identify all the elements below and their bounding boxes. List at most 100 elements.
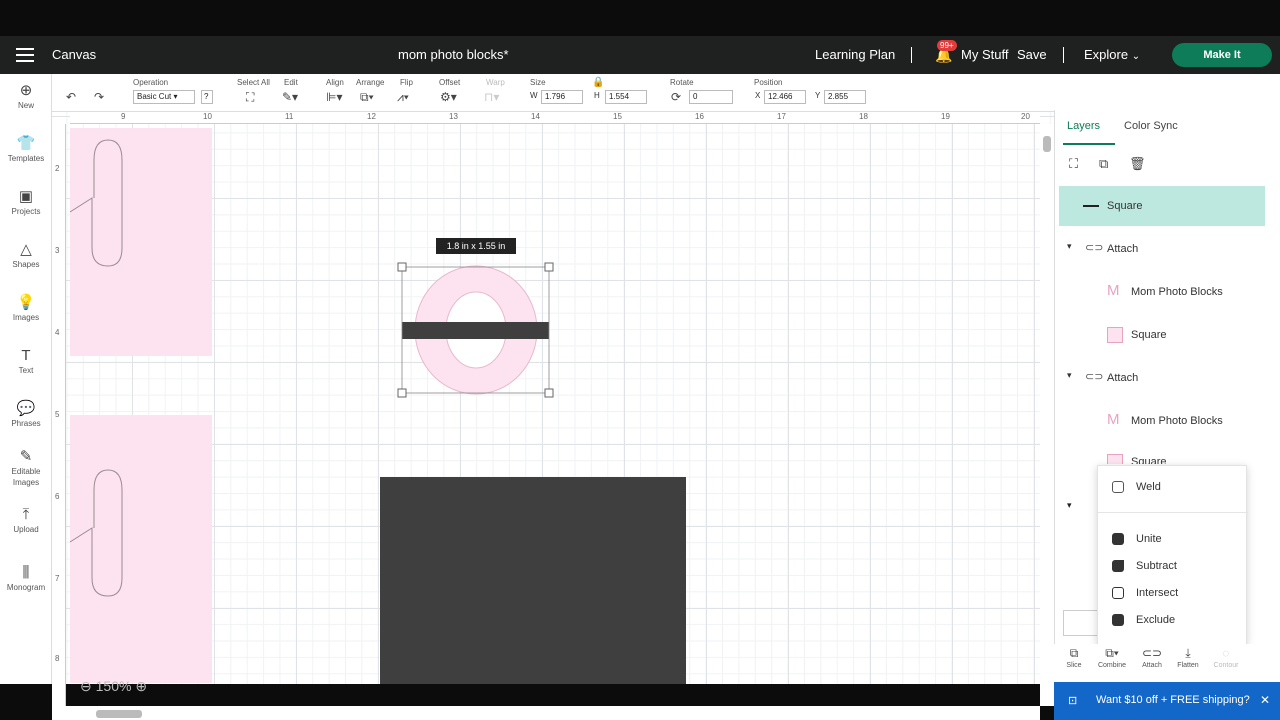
ruler-tick: 5 xyxy=(55,410,60,419)
resize-handle[interactable] xyxy=(397,388,407,398)
duplicate-icon[interactable]: ⧉ xyxy=(1099,156,1108,172)
zoom-out-icon[interactable]: ⊖ xyxy=(80,678,92,694)
combine-icon: ⧉▾ xyxy=(1105,646,1119,660)
layer-group[interactable]: ▾ ⊂⊃ Attach xyxy=(1059,229,1265,269)
close-icon[interactable]: ✕ xyxy=(1260,693,1270,707)
resize-handle[interactable] xyxy=(397,262,407,272)
redo-icon[interactable]: ↷ xyxy=(94,90,104,104)
blank-canvas-swatch[interactable] xyxy=(1063,610,1101,636)
trash-icon[interactable]: 🗑 xyxy=(1129,156,1146,172)
sidebar-item-label: Templates xyxy=(7,154,45,163)
ruler-tick: 11 xyxy=(285,112,294,121)
tab-layers[interactable]: Layers xyxy=(1067,120,1100,132)
sidebar-item-templates[interactable]: 👕 Templates xyxy=(0,135,52,164)
scroll-thumb[interactable] xyxy=(96,710,142,718)
layer-item[interactable]: Square xyxy=(1059,444,1265,464)
pink-square-shape[interactable] xyxy=(70,415,212,683)
sidebar-item-monogram[interactable]: ⫼ Monogram xyxy=(0,564,52,593)
ruler-tick: 14 xyxy=(531,112,540,121)
line-icon xyxy=(1083,205,1099,207)
select-all-icon[interactable]: ⛶ xyxy=(246,90,254,105)
make-it-button[interactable]: Make It xyxy=(1172,43,1272,67)
resize-handle[interactable] xyxy=(544,262,554,272)
menu-item-exclude[interactable]: Exclude xyxy=(1098,609,1248,633)
chevron-down-icon[interactable]: ▾ xyxy=(1067,370,1072,381)
flip-icon[interactable]: ⩘▾ xyxy=(397,90,409,105)
slice-button[interactable]: ⧉ Slice xyxy=(1054,646,1094,669)
layer-item[interactable]: M Mom Photo Blocks xyxy=(1059,272,1265,312)
sidebar-item-editable-images[interactable]: ✎ Editable Images xyxy=(0,448,52,488)
flatten-button[interactable]: ⤓ Flatten xyxy=(1168,646,1208,669)
zoom-in-icon[interactable]: ⊕ xyxy=(135,678,147,694)
rotate-icon[interactable]: ⟳ xyxy=(671,90,681,104)
shirt-icon: 👕 xyxy=(16,135,36,152)
horizontal-scrollbar[interactable] xyxy=(52,706,1040,720)
pink-square-shape[interactable] xyxy=(70,128,212,356)
layer-group[interactable]: ▾ ⊂⊃ Attach xyxy=(1059,358,1265,398)
layer-label: Square xyxy=(1131,329,1167,341)
chevron-down-icon[interactable]: ▾ xyxy=(1067,500,1072,511)
contour-button: ◌ Contour xyxy=(1206,646,1246,669)
rotate-input[interactable]: 0 xyxy=(689,90,733,104)
notification-badge: 99+ xyxy=(937,40,957,51)
sidebar-item-projects[interactable]: ▣ Projects xyxy=(0,188,52,217)
my-stuff-link[interactable]: My Stuff xyxy=(961,36,1008,74)
sidebar-item-images[interactable]: 💡 Images xyxy=(0,294,52,323)
menu-divider xyxy=(1098,512,1248,513)
learning-plan-link[interactable]: Learning Plan xyxy=(815,36,895,74)
lock-icon[interactable]: 🔒 xyxy=(592,77,604,88)
attach-button[interactable]: ⊂⊃ Attach xyxy=(1132,646,1172,669)
menu-item-subtract[interactable]: Subtract xyxy=(1098,555,1248,579)
menu-item-unite[interactable]: Unite xyxy=(1098,528,1248,552)
sidebar-item-upload[interactable]: ⤒ Upload xyxy=(0,506,52,535)
sidebar-item-label: New xyxy=(17,101,34,110)
warp-label: Warp xyxy=(486,78,505,87)
offset-icon[interactable]: ⚙▾ xyxy=(440,90,457,104)
sidebar-item-phrases[interactable]: 💬 Phrases xyxy=(0,400,52,429)
help-icon[interactable]: ? xyxy=(201,90,213,104)
edit-pen-icon[interactable]: ✎▾ xyxy=(282,90,298,104)
menu-icon[interactable] xyxy=(16,48,34,62)
align-icon[interactable]: ⊫▾ xyxy=(326,90,342,104)
layer-label: Attach xyxy=(1107,243,1139,255)
layer-item[interactable]: M Mom Photo Blocks xyxy=(1059,401,1265,441)
layer-item[interactable]: Square xyxy=(1059,315,1265,355)
arrange-icon[interactable]: ⧉▾ xyxy=(360,90,374,105)
design-canvas[interactable]: 1.8 in x 1.55 in xyxy=(52,112,1054,684)
group-icon[interactable]: ⛶ xyxy=(1069,156,1078,172)
selected-bar-shape[interactable] xyxy=(402,322,549,339)
y-input[interactable]: 2.855 xyxy=(824,90,866,104)
explore-menu[interactable]: Explore ⌄ xyxy=(1084,36,1140,74)
sidebar-item-shapes[interactable]: △ Shapes xyxy=(0,241,52,270)
undo-icon[interactable]: ↶ xyxy=(66,90,76,104)
attach-icon: ⊂⊃ xyxy=(1085,371,1104,383)
width-input[interactable]: 1.796 xyxy=(541,90,583,104)
x-input[interactable]: 12.466 xyxy=(764,90,806,104)
y-label: Y xyxy=(815,91,821,100)
canvas-shapes xyxy=(69,128,686,684)
divider xyxy=(1063,47,1064,63)
menu-item-intersect[interactable]: Intersect xyxy=(1098,582,1248,606)
warp-icon: ⊓▾ xyxy=(484,90,500,104)
sidebar-item-label: Text xyxy=(18,366,34,375)
project-title[interactable]: mom photo blocks* xyxy=(398,36,509,74)
dark-square-shape[interactable] xyxy=(380,477,686,684)
scroll-thumb[interactable] xyxy=(1043,136,1051,152)
layer-label: Square xyxy=(1107,200,1143,212)
vertical-scrollbar[interactable] xyxy=(1040,124,1054,706)
ruler-tick: 9 xyxy=(121,112,126,121)
height-input[interactable]: 1.554 xyxy=(605,90,647,104)
operation-select[interactable]: Basic Cut ▾ xyxy=(133,90,195,104)
sidebar-item-text[interactable]: T Text xyxy=(0,347,52,376)
combine-button[interactable]: ⧉▾ Combine xyxy=(1092,646,1132,669)
sidebar-item-new[interactable]: ⊕ New xyxy=(0,82,52,111)
resize-handle[interactable] xyxy=(544,388,554,398)
chevron-down-icon[interactable]: ▾ xyxy=(1067,241,1072,252)
promo-banner[interactable]: ⊡ Want $10 off + FREE shipping? ✕ xyxy=(1054,682,1280,720)
tab-color-sync[interactable]: Color Sync xyxy=(1124,120,1178,132)
layer-item[interactable]: Square xyxy=(1059,186,1265,226)
ruler-tick: 18 xyxy=(859,112,868,121)
save-button[interactable]: Save xyxy=(1017,36,1047,74)
subtract-icon xyxy=(1112,560,1124,572)
menu-item-weld[interactable]: Weld xyxy=(1098,476,1248,500)
